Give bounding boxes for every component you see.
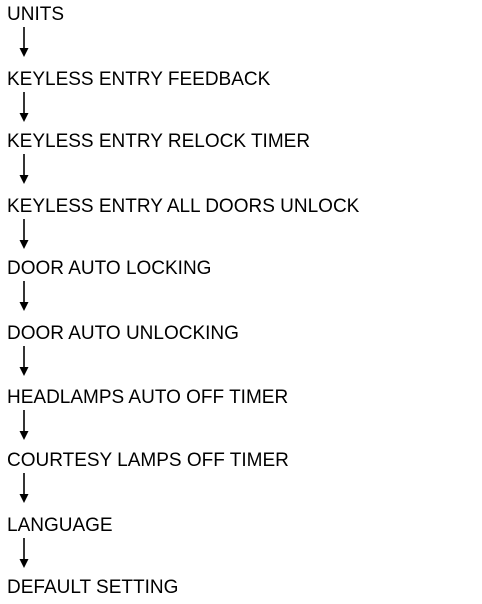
down-arrow-icon [19, 538, 29, 568]
step-keyless-entry-feedback: KEYLESS ENTRY FEEDBACK [7, 69, 271, 90]
down-arrow-icon [19, 27, 29, 57]
down-arrow-icon [19, 346, 29, 376]
step-keyless-entry-all-doors-unlock: KEYLESS ENTRY ALL DOORS UNLOCK [7, 196, 360, 217]
menu-sequence-diagram: UNITS KEYLESS ENTRY FEEDBACK KEYLESS ENT… [0, 0, 482, 604]
down-arrow-icon [19, 219, 29, 249]
down-arrow-icon [19, 92, 29, 122]
step-default-setting: DEFAULT SETTING [7, 577, 179, 598]
step-door-auto-unlocking: DOOR AUTO UNLOCKING [7, 323, 239, 344]
down-arrow-icon [19, 154, 29, 184]
step-keyless-entry-relock-timer: KEYLESS ENTRY RELOCK TIMER [7, 131, 311, 152]
down-arrow-icon [19, 410, 29, 440]
step-language: LANGUAGE [7, 515, 113, 536]
down-arrow-icon [19, 281, 29, 311]
step-headlamps-auto-off-timer: HEADLAMPS AUTO OFF TIMER [7, 387, 289, 408]
step-units: UNITS [7, 4, 64, 25]
step-door-auto-locking: DOOR AUTO LOCKING [7, 258, 212, 279]
step-courtesy-lamps-off-timer: COURTESY LAMPS OFF TIMER [7, 450, 289, 471]
down-arrow-icon [19, 473, 29, 503]
